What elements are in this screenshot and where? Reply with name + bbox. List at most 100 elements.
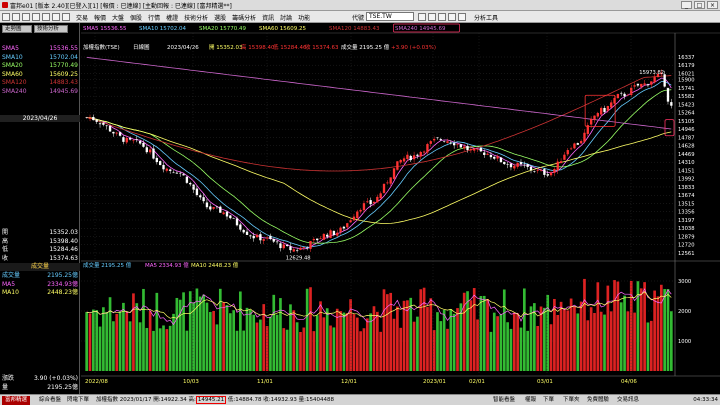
window-icon[interactable]	[52, 13, 60, 21]
volume-bar	[222, 302, 225, 371]
menu-item[interactable]: 籌碼分析	[232, 13, 256, 22]
low-annotation: 12629.48	[286, 255, 311, 261]
ma-row-value: 14883.43	[49, 79, 78, 87]
main-chart[interactable]: 16337 16179 1602115900 15741 15582 15423 15264…	[81, 23, 720, 394]
price-tick-label: 13674	[678, 193, 695, 199]
candle-body	[132, 140, 135, 142]
menu-item[interactable]: 行情	[148, 13, 160, 22]
volume-bar	[158, 328, 162, 371]
status-button[interactable]: 下單	[540, 396, 557, 405]
tools-icon[interactable]	[458, 13, 466, 21]
status-button[interactable]: 權報	[522, 396, 539, 405]
ma-row-value: 15702.04	[49, 53, 78, 61]
price-tick-label: 14787	[678, 135, 695, 141]
volume-bar	[145, 327, 149, 371]
volume-bar	[325, 308, 329, 371]
candle-body	[543, 169, 546, 175]
volume-bar	[302, 327, 306, 371]
menu-item[interactable]: 權證	[166, 13, 178, 22]
price-tick-label: 13992	[678, 177, 695, 183]
close-button[interactable]: ×	[707, 1, 718, 9]
volume-header: 成交量	[0, 263, 80, 271]
search-icon[interactable]	[418, 13, 426, 21]
next-icon[interactable]	[438, 13, 446, 21]
menu-item[interactable]: 功能	[298, 13, 310, 22]
price-tick-label: 13356	[678, 210, 695, 216]
menu-item[interactable]: 報價	[94, 13, 106, 22]
price-tick-label: 16021	[678, 71, 695, 77]
menu-item[interactable]: 個股	[130, 13, 142, 22]
price-tick-label: 13197	[678, 218, 695, 224]
volume-bar	[135, 303, 139, 371]
tab-trend-chart[interactable]: 走勢圖	[2, 25, 32, 33]
volume-bar	[452, 313, 456, 371]
prev-icon[interactable]	[428, 13, 436, 21]
status-button[interactable]: 智能看盤	[490, 396, 518, 405]
volume-legend-item: MA5 2334.93 億	[145, 261, 189, 269]
chart-date: 2023/04/26	[167, 45, 199, 51]
volume-bar	[422, 287, 426, 371]
save-icon[interactable]	[12, 13, 20, 21]
menu-item[interactable]: 技術分析	[184, 13, 208, 22]
chart-icon[interactable]	[448, 13, 456, 21]
layout-icon[interactable]	[32, 13, 40, 21]
candle-body	[396, 161, 399, 170]
tab-overview[interactable]: 綜合看盤	[36, 396, 64, 405]
candle-body	[356, 211, 359, 219]
x-axis-label: 12/01	[341, 379, 357, 385]
menu-item[interactable]: 大盤	[112, 13, 124, 22]
volume-bar	[496, 316, 499, 371]
maximize-button[interactable]: □	[694, 1, 705, 9]
volume-bar	[365, 318, 369, 371]
ohlc-row-value: 15284.46	[49, 246, 78, 254]
candle-body	[349, 220, 352, 223]
menu-item[interactable]: 資訊	[262, 13, 274, 22]
candle-body	[312, 238, 316, 241]
ohlc-row: 低 15284.46	[2, 246, 78, 253]
candle-body	[192, 184, 195, 190]
candle-body	[382, 183, 386, 193]
volume-bar	[168, 325, 172, 371]
menu-item[interactable]: 交易	[76, 13, 88, 22]
analysis-tools-menu[interactable]: 分析工具	[474, 13, 498, 22]
candle-body	[205, 202, 209, 208]
minimize-button[interactable]: _	[681, 1, 692, 9]
volume-bar	[579, 301, 583, 371]
status-button[interactable]: 交易訊息	[614, 396, 642, 405]
volume-legend-item: 成交量 2195.25 億	[83, 261, 132, 269]
volume-bar	[125, 312, 129, 371]
tab-technical-analysis[interactable]: 技術分析	[34, 25, 68, 33]
volume-bar	[396, 306, 399, 371]
volume-bar	[252, 314, 256, 371]
print-icon[interactable]	[22, 13, 30, 21]
refresh-icon[interactable]	[42, 13, 50, 21]
candle-body	[152, 148, 155, 159]
volume-bar	[122, 302, 125, 371]
volume-bar	[499, 314, 503, 371]
menu-item[interactable]: 討論	[280, 13, 292, 22]
candle-body	[633, 85, 636, 87]
symbol-input[interactable]: TSE.TW	[366, 12, 414, 21]
menu-item[interactable]: 選股	[214, 13, 226, 22]
volume-tick-label: 2000	[678, 309, 691, 315]
volume-bar	[509, 328, 513, 371]
volume-bar	[175, 297, 179, 371]
settings-icon[interactable]	[62, 13, 70, 21]
candle-body	[456, 144, 459, 145]
open-icon[interactable]	[2, 13, 10, 21]
candle-body	[499, 157, 503, 163]
candle-body	[142, 142, 145, 147]
tab-flash-order[interactable]: 閃電下單	[64, 396, 92, 405]
status-button[interactable]: 免費體驗	[584, 396, 612, 405]
tab-fubon-select[interactable]: 富邦精選	[2, 396, 31, 405]
x-axis-label: 10/03	[183, 379, 199, 385]
volume-bar	[526, 330, 530, 371]
candle-body	[182, 174, 185, 176]
candle-body	[643, 83, 646, 85]
candle-body	[549, 172, 553, 176]
volume-bar	[165, 329, 169, 371]
candle-body	[159, 161, 162, 166]
candle-body	[559, 161, 563, 164]
volume-bar	[132, 293, 135, 371]
status-button[interactable]: 下單夾	[560, 396, 583, 405]
